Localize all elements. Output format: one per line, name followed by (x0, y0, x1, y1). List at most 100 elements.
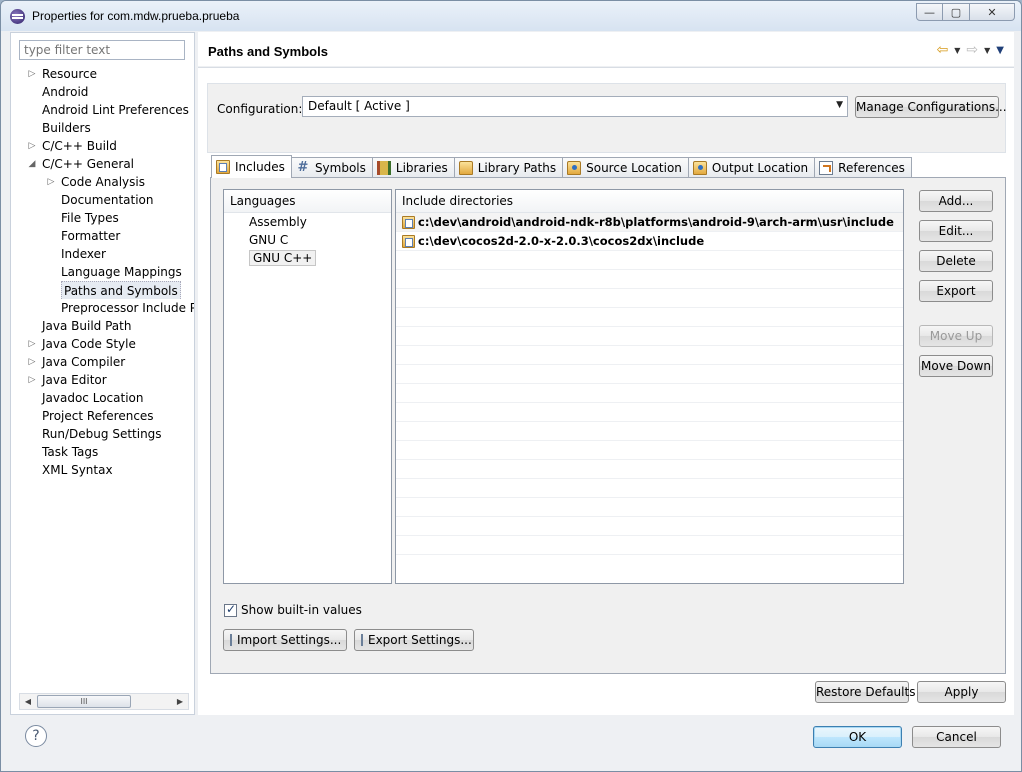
tree-item-java-build-path[interactable]: Java Build Path (11, 317, 194, 335)
tree-item-label: Java Code Style (42, 337, 136, 351)
delete-button[interactable]: Delete (919, 250, 993, 272)
tree-item-file-types[interactable]: File Types (11, 209, 194, 227)
tree-item-label: Android Lint Preferences (42, 103, 189, 117)
tree-item-task-tags[interactable]: Task Tags (11, 443, 194, 461)
tree-item-preprocessor-include-pa[interactable]: Preprocessor Include Pa (11, 299, 194, 317)
empty-row (396, 327, 903, 346)
include-directory-row[interactable]: c:\dev\android\android-ndk-r8b\platforms… (396, 213, 903, 232)
tree-item-label: File Types (61, 211, 119, 225)
tree-item-resource[interactable]: ▷ Resource (11, 65, 194, 83)
tree-item-run-debug-settings[interactable]: Run/Debug Settings (11, 425, 194, 443)
scroll-left-arrow-icon[interactable]: ◀ (21, 694, 35, 709)
tree-item-project-references[interactable]: Project References (11, 407, 194, 425)
configuration-select[interactable]: Default [ Active ] ▼ (302, 96, 848, 117)
manage-configurations-button[interactable]: Manage Configurations... (855, 96, 1007, 118)
collapsed-twisty-icon[interactable]: ▷ (27, 335, 37, 353)
tree-item-android-lint-preferences[interactable]: Android Lint Preferences (11, 101, 194, 119)
include-directory-path: c:\dev\android\android-ndk-r8b\platforms… (418, 214, 894, 229)
tree-item-android[interactable]: Android (11, 83, 194, 101)
collapsed-twisty-icon[interactable]: ▷ (27, 137, 37, 155)
hash-icon: # (297, 159, 309, 175)
empty-row (396, 289, 903, 308)
tab-label: References (838, 160, 905, 175)
collapsed-twisty-icon[interactable]: ▷ (27, 65, 37, 83)
show-built-in-values-checkbox[interactable] (224, 602, 237, 617)
page-title: Paths and Symbols (208, 44, 328, 59)
forward-dropdown-icon[interactable]: ▼ (984, 46, 990, 55)
language-item[interactable]: Assembly (224, 213, 391, 231)
close-button[interactable]: ✕ (970, 3, 1015, 21)
empty-row (396, 517, 903, 536)
add-button[interactable]: Add... (919, 190, 993, 212)
tree-item-paths-and-symbols[interactable]: Paths and Symbols (11, 281, 194, 299)
tree-item-language-mappings[interactable]: Language Mappings (11, 263, 194, 281)
tree-item-label: Javadoc Location (42, 391, 144, 405)
include-directories-table[interactable]: Include directories c:\dev\android\andro… (395, 189, 904, 584)
tree-item-documentation[interactable]: Documentation (11, 191, 194, 209)
tab-includes[interactable]: Includes (211, 155, 292, 178)
view-menu-icon[interactable]: ▼ (996, 45, 1004, 56)
ok-button[interactable]: OK (813, 726, 902, 748)
move-down-button[interactable]: Move Down (919, 355, 993, 377)
tree-item-code-analysis[interactable]: ▷ Code Analysis (11, 173, 194, 191)
collapsed-twisty-icon[interactable]: ▷ (27, 353, 37, 371)
restore-defaults-button[interactable]: Restore Defaults (815, 681, 915, 703)
tree-item-builders[interactable]: Builders (11, 119, 194, 137)
include-folder-icon (402, 215, 415, 229)
export-settings-button[interactable]: Export Settings... (354, 629, 474, 651)
empty-row (396, 403, 903, 422)
expanded-twisty-icon[interactable]: ◢ (27, 155, 37, 173)
include-directory-row[interactable]: c:\dev\cocos2d-2.0-x-2.0.3\cocos2dx\incl… (396, 232, 903, 251)
import-settings-button[interactable]: Import Settings... (223, 629, 347, 651)
move-up-button[interactable]: Move Up (919, 325, 993, 347)
folder-icon (458, 160, 473, 175)
tab-libraries[interactable]: Libraries (371, 157, 455, 177)
tree-item-label: Preprocessor Include Pa (61, 301, 194, 315)
tree-item-xml-syntax[interactable]: XML Syntax (11, 461, 194, 479)
languages-header: Languages (224, 190, 391, 213)
collapsed-twisty-icon[interactable]: ▷ (27, 371, 37, 389)
tree-item-formatter[interactable]: Formatter (11, 227, 194, 245)
tree-item-c-c-build[interactable]: ▷ C/C++ Build (11, 137, 194, 155)
forward-arrow-icon[interactable]: ⇨ (966, 42, 978, 58)
languages-list[interactable]: Languages Assembly GNU C GNU C++ (223, 189, 392, 584)
tab-source-location[interactable]: Source Location (562, 157, 689, 177)
tab-symbols[interactable]: # Symbols (290, 157, 373, 177)
scroll-right-arrow-icon[interactable]: ▶ (173, 694, 187, 709)
tree-item-java-code-style[interactable]: ▷ Java Code Style (11, 335, 194, 353)
help-icon[interactable]: ? (25, 725, 47, 747)
language-item[interactable]: GNU C++ (224, 249, 391, 267)
horizontal-scrollbar[interactable]: ◀ III ▶ (19, 693, 189, 710)
apply-button[interactable]: Apply (917, 681, 1006, 703)
tree-item-label: Project References (42, 409, 154, 423)
cancel-button[interactable]: Cancel (912, 726, 1001, 748)
includes-tab-panel: Languages Assembly GNU C GNU C++ Include d… (210, 177, 1006, 674)
export-button[interactable]: Export (919, 280, 993, 302)
import-icon (230, 634, 232, 646)
tab-references[interactable]: References (814, 157, 912, 177)
tab-library-paths[interactable]: Library Paths (453, 157, 564, 177)
scroll-thumb[interactable]: III (37, 695, 131, 708)
tree-item-c-c-general[interactable]: ◢ C/C++ General (11, 155, 194, 173)
tree-item-java-editor[interactable]: ▷ Java Editor (11, 371, 194, 389)
filter-input[interactable] (19, 40, 185, 60)
eclipse-icon (10, 9, 25, 24)
folder-icon (692, 160, 707, 175)
minimize-button[interactable]: — (916, 3, 943, 21)
language-item[interactable]: GNU C (224, 231, 391, 249)
tree-item-indexer[interactable]: Indexer (11, 245, 194, 263)
collapsed-twisty-icon[interactable]: ▷ (46, 173, 56, 191)
show-built-in-values-row[interactable]: Show built-in values (224, 602, 362, 617)
tree-item-java-compiler[interactable]: ▷ Java Compiler (11, 353, 194, 371)
empty-row (396, 460, 903, 479)
maximize-button[interactable]: ▢ (943, 3, 970, 21)
tab-output-location[interactable]: Output Location (687, 157, 816, 177)
edit-button[interactable]: Edit... (919, 220, 993, 242)
back-dropdown-icon[interactable]: ▼ (954, 46, 960, 55)
property-tree: ▷ Resource Android Android Lint Preferences… (11, 65, 194, 479)
tree-item-javadoc-location[interactable]: Javadoc Location (11, 389, 194, 407)
back-arrow-icon[interactable]: ⇦ (937, 42, 949, 58)
tree-item-label: Resource (42, 67, 98, 81)
tree-item-label: XML Syntax (42, 463, 113, 477)
tree-item-label: Formatter (61, 229, 121, 243)
